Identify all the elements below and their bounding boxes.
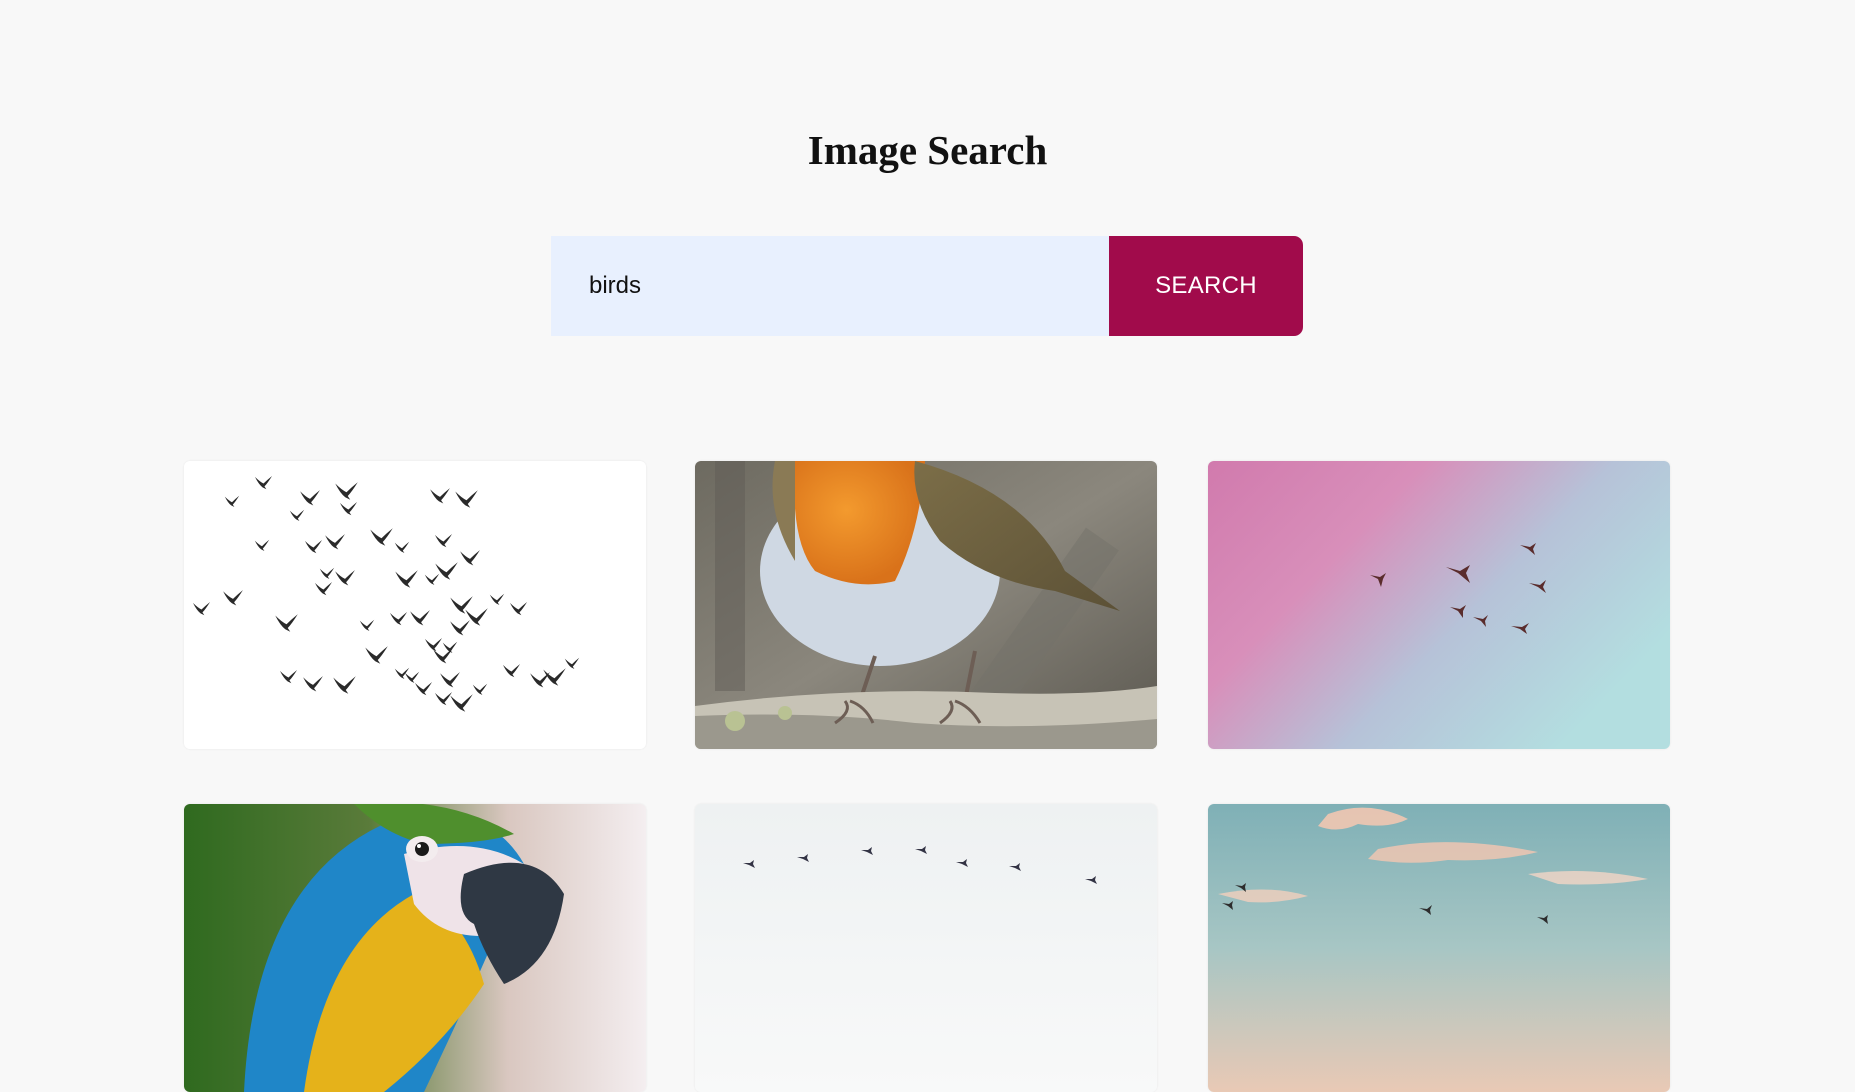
macaw-photo xyxy=(184,804,646,1092)
pink-sky-birds-photo xyxy=(1208,461,1670,749)
result-image[interactable] xyxy=(695,461,1157,749)
robin-photo xyxy=(695,461,1157,749)
page-title: Image Search xyxy=(807,127,1048,173)
result-image[interactable] xyxy=(1208,461,1670,749)
birds-line-photo xyxy=(695,804,1157,1092)
result-image[interactable] xyxy=(1208,804,1670,1092)
search-button[interactable]: SEARCH xyxy=(1109,236,1303,336)
flock-birds-photo xyxy=(184,461,646,749)
search-form: SEARCH xyxy=(551,236,1303,336)
result-image[interactable] xyxy=(695,804,1157,1092)
sunset-birds-photo xyxy=(1208,804,1670,1092)
result-image[interactable] xyxy=(184,461,646,749)
result-image[interactable] xyxy=(184,804,646,1092)
search-input[interactable] xyxy=(551,236,1109,336)
